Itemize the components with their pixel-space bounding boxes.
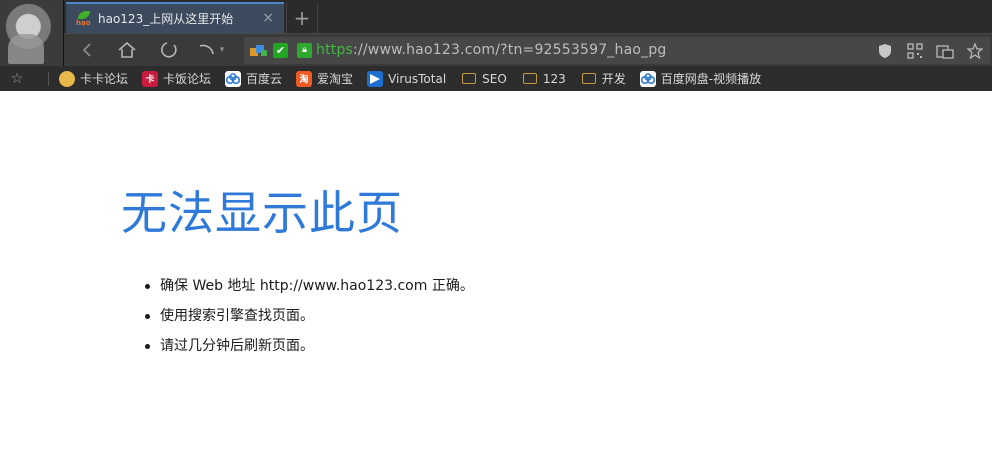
bookmark-label: VirusTotal [388,71,447,86]
bookmark-label: 百度云 [246,72,283,86]
folder-icon [581,73,596,84]
tab-title: hao123_上网从这里开始 [98,12,234,26]
bookmark-label: 爱淘宝 [317,72,354,86]
url-text[interactable]: https://www.hao123.com/?tn=92553597_hao_… [316,42,667,58]
hao123-favicon-icon: hao [76,10,92,27]
bookmark-label: 123 [542,71,566,86]
baiduyun-icon [225,70,242,87]
kafan-icon: 卡 [142,70,159,87]
bookmark-baiduyun[interactable]: 百度云 [225,70,282,87]
tab-hao123[interactable]: hao hao123_上网从这里开始 × [66,2,284,33]
new-tab-button[interactable]: + [286,3,318,33]
refresh-button[interactable] [156,38,182,62]
bookmark-star-icon[interactable] [966,42,984,60]
error-title: 无法显示此页 [121,186,403,240]
baiduyun-icon [639,70,656,87]
qr-code-icon[interactable] [906,42,924,60]
bookmark-folder-123[interactable]: 123 [521,72,566,86]
verified-check-icon[interactable]: ✔ [273,43,288,58]
bookmark-folder-seo[interactable]: SEO [460,72,507,86]
favicon-text: hao [76,18,91,27]
bookmarks-bar: ☆ 卡卡论坛 卡 卡饭论坛 百度云 淘 爱淘宝 VirusTotal SEO 1… [0,66,992,91]
reader-mode-icon[interactable] [936,42,954,60]
favicon-leaf [78,10,90,19]
address-bar[interactable]: ✔ 🔒︎ https://www.hao123.com/?tn=92553597… [244,37,990,64]
avatar-figure [8,34,44,64]
navigation-toolbar: ▾ ✔ 🔒︎ https://www.hao123.com/?tn=925535… [64,33,992,66]
suggestion-item: 请过几分钟后刷新页面。 [145,331,474,361]
folder-icon [522,73,537,84]
home-button[interactable] [114,38,140,62]
undo-dropdown-icon[interactable]: ▾ [216,38,228,62]
refresh-icon [161,42,177,58]
suggestion-item: 使用搜索引擎查找页面。 [145,301,474,331]
error-suggestions: 确保 Web 地址 http://www.hao123.com 正确。 使用搜索… [145,271,474,361]
bookmarks-star-icon[interactable]: ☆ [0,71,34,87]
virustotal-icon [367,70,384,87]
tab-close-icon[interactable]: × [262,10,274,26]
bookmarks-separator [48,71,49,86]
bookmark-label: 开发 [601,72,626,86]
kaka-icon [59,70,75,87]
url-scheme: https [316,42,354,58]
bookmark-baidu-pan-video[interactable]: 百度网盘-视频播放 [639,70,762,87]
page-content: 无法显示此页 确保 Web 地址 http://www.hao123.com 正… [0,91,992,476]
user-avatar[interactable] [0,0,64,66]
tab-strip: hao hao123_上网从这里开始 × + [0,0,992,66]
bookmark-label: SEO [482,71,507,86]
address-bar-tools [876,42,984,60]
bookmark-aitaobao[interactable]: 淘 爱淘宝 [296,70,353,87]
extension-icon[interactable] [249,43,269,58]
aitaobao-icon: 淘 [296,70,313,87]
bookmark-kaka[interactable]: 卡卡论坛 [59,70,128,87]
back-button[interactable] [74,38,100,62]
bookmark-virustotal[interactable]: VirusTotal [367,70,447,87]
secure-lock-icon[interactable]: 🔒︎ [297,43,312,58]
bookmark-label: 百度网盘-视频播放 [660,72,762,86]
back-icon [82,43,91,57]
suggestion-item: 确保 Web 地址 http://www.hao123.com 正确。 [145,271,474,301]
undo-icon [199,44,214,55]
folder-icon [462,73,477,84]
bookmark-folder-dev[interactable]: 开发 [580,70,626,87]
bookmark-kafan[interactable]: 卡 卡饭论坛 [142,70,211,87]
shield-icon[interactable] [876,42,894,60]
url-rest: ://www.hao123.com/?tn=92553597_hao_pg [353,42,667,58]
bookmark-label: 卡饭论坛 [163,72,212,86]
home-icon [118,41,136,58]
bookmark-label: 卡卡论坛 [80,72,129,86]
